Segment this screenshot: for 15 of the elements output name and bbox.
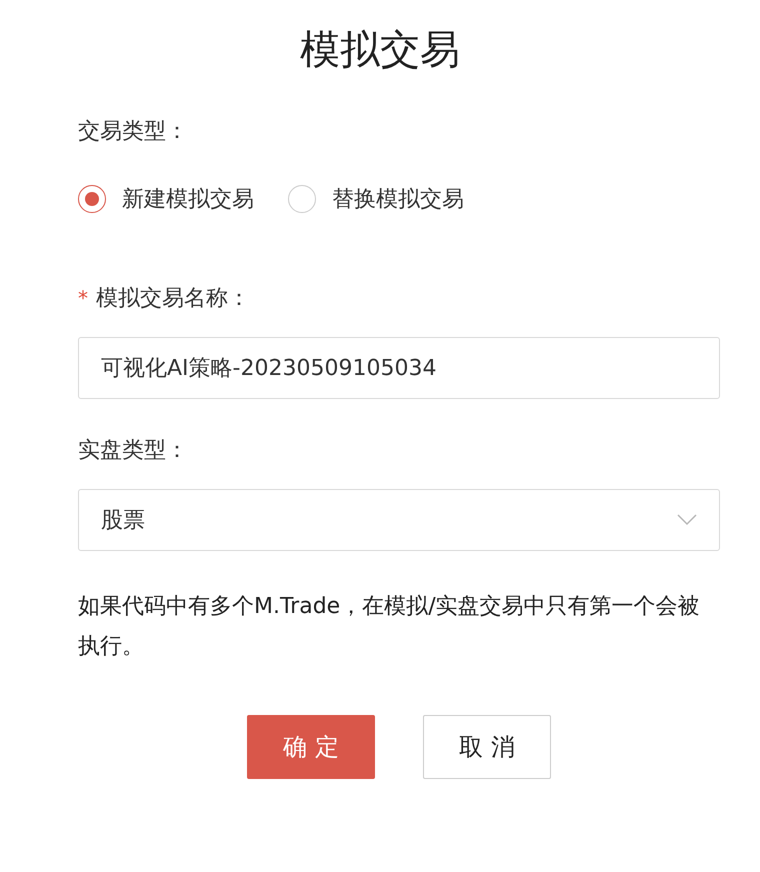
field-label: 交易类型： [78,118,189,146]
dialog-title: 模拟交易 [299,26,461,75]
radio-button[interactable] [288,185,316,213]
name-input-field[interactable]: 可视化AI策略-20230509105034 [78,337,720,399]
field-label: 实盘类型： [78,437,189,465]
confirm-button[interactable]: 确 定 [247,715,375,779]
required-mark: * [78,286,88,310]
account-type-dropdown[interactable]: 股票 [78,489,720,551]
field-label: 模拟交易名称： [96,286,250,311]
radio-button[interactable] [78,185,106,213]
cancel-button[interactable]: 取 消 [423,715,551,779]
radio-option[interactable]: 新建模拟交易 [78,184,254,214]
radio-option[interactable]: 替换模拟交易 [288,184,464,214]
chevron-down-icon [677,514,697,526]
info-text: 如果代码中有多个M.Trade，在模拟/实盘交易中只有第一个会被执行。 [78,593,701,661]
